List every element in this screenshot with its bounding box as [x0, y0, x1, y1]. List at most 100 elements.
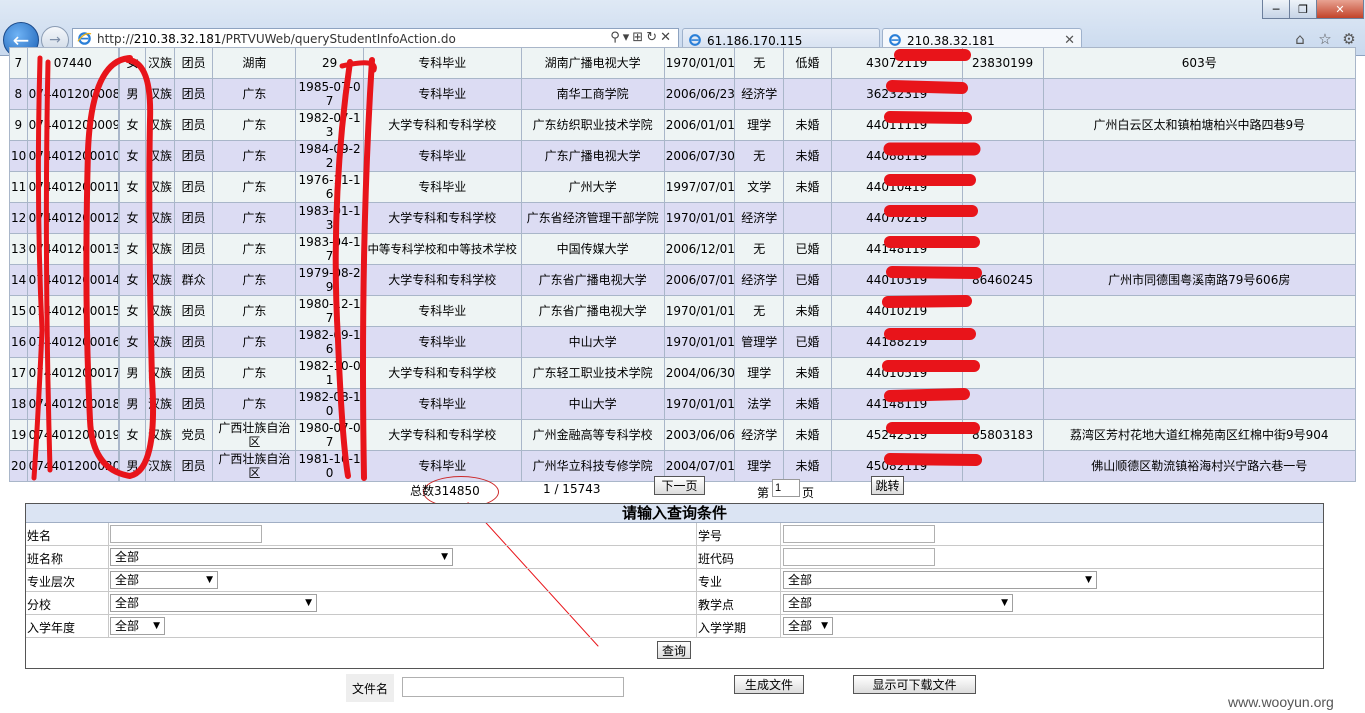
show-download-files-button[interactable]: 显示可下载文件: [853, 675, 976, 694]
minimize-button[interactable]: ─: [1262, 0, 1290, 19]
close-tab-icon[interactable]: ✕: [1064, 33, 1075, 48]
class-code-input[interactable]: [783, 548, 935, 566]
table-cell: 074401200014: [26, 264, 119, 296]
table-cell: 经济学: [734, 419, 785, 451]
table-cell: 经济学: [734, 264, 785, 296]
chevron-down-icon: ▼: [206, 575, 213, 585]
table-cell: 44010419: [830, 171, 963, 203]
term-select[interactable]: 全部 ▼: [783, 617, 833, 635]
table-cell: 11: [9, 171, 28, 203]
table-cell: 南华工商学院: [520, 78, 665, 110]
table-cell: 女: [118, 419, 146, 451]
table-row: 11 074401200011 女汉族 团员 广东 1976-11-16 专科毕业 广州大学 1…: [9, 171, 1357, 203]
chevron-down-icon: ▼: [441, 552, 448, 562]
table-cell: 团员: [173, 47, 214, 79]
site-select[interactable]: 全部 ▼: [783, 594, 1013, 612]
table-cell: 汉族: [144, 450, 175, 482]
table-cell: 074401200009: [26, 109, 119, 141]
table-cell: 44148119: [830, 233, 963, 265]
table-cell: 未婚: [783, 388, 832, 420]
table-cell: 广州市同德围粤溪南路79号606房: [1042, 264, 1357, 296]
dropdown-icon[interactable]: ▾: [623, 30, 633, 45]
maximize-button[interactable]: ❐: [1289, 0, 1317, 19]
table-row: 7 07440 女汉族 团员 湖南 29 专科毕业 湖南广播电视大学 1970/01/01 无低婚…: [9, 47, 1357, 79]
table-cell: 603号: [1042, 47, 1357, 79]
branch-select[interactable]: 全部 ▼: [110, 594, 317, 612]
table-cell: 2006/12/01: [663, 233, 736, 265]
name-input[interactable]: [110, 525, 262, 543]
class-name-select[interactable]: 全部 ▼: [110, 548, 453, 566]
table-row: 14 074401200014 女汉族 群众 广东 1979-08-29 大学专科和专科学校…: [9, 264, 1357, 296]
table-cell: 未婚: [783, 357, 832, 389]
table-cell: 074401200013: [26, 233, 119, 265]
table-cell: [961, 78, 1044, 110]
table-cell: 大学专科和专科学校: [362, 109, 522, 141]
table-cell: 党员: [173, 419, 214, 451]
table-cell: 44088119: [830, 140, 963, 172]
file-name-input[interactable]: [402, 677, 624, 697]
page-prefix: 第: [757, 486, 770, 500]
table-cell: 16: [9, 326, 28, 358]
table-cell: 法学: [734, 388, 785, 420]
site-label: 教学点: [698, 598, 735, 612]
table-row: 9 074401200009 女汉族 团员 广东 1982-07-13 大学专科和专科学校广…: [9, 109, 1357, 141]
jump-button[interactable]: 跳转: [871, 476, 904, 495]
table-cell: 广州白云区太和镇柏塘柏兴中路四巷9号: [1042, 109, 1357, 141]
table-cell: 团员: [173, 295, 214, 327]
page-number-input[interactable]: [772, 479, 800, 497]
table-cell: 女: [118, 264, 146, 296]
table-cell: 2003/06/06: [663, 419, 736, 451]
generate-file-button[interactable]: 生成文件: [734, 675, 804, 694]
next-page-button[interactable]: 下一页: [654, 476, 705, 495]
address-tools[interactable]: ⚲▾⊞↻✕: [610, 30, 674, 45]
table-cell: 团员: [173, 109, 214, 141]
tab-label: 61.186.170.115: [707, 34, 803, 48]
term-label: 入学学期: [698, 621, 747, 635]
table-cell: 汉族: [144, 357, 175, 389]
table-cell: 男: [118, 357, 146, 389]
year-select[interactable]: 全部 ▼: [110, 617, 165, 635]
table-cell: 女: [118, 109, 146, 141]
table-cell: 大学专科和专科学校: [362, 419, 522, 451]
table-cell: 汉族: [144, 419, 175, 451]
home-icon[interactable]: ⌂: [1291, 30, 1309, 48]
table-cell: 文学: [734, 171, 785, 203]
table-cell: 43072119: [830, 47, 963, 79]
file-name-label: 文件名: [346, 674, 394, 702]
compat-icon[interactable]: ⊞: [632, 30, 646, 45]
page-suffix: 页: [802, 486, 815, 500]
table-cell: 7: [9, 47, 28, 79]
table-cell: 44148119: [830, 388, 963, 420]
level-select[interactable]: 全部 ▼: [110, 571, 218, 589]
table-cell: 36232319: [830, 78, 963, 110]
star-icon[interactable]: ☆: [1316, 30, 1334, 48]
table-cell: 1970/01/01: [663, 326, 736, 358]
name-label: 姓名: [27, 529, 52, 543]
gear-icon[interactable]: ⚙: [1340, 30, 1358, 48]
table-cell: [961, 109, 1044, 141]
table-cell: 汉族: [144, 388, 175, 420]
search-icon[interactable]: ⚲: [610, 30, 623, 45]
table-cell: 汉族: [144, 47, 175, 79]
table-cell: 团员: [173, 326, 214, 358]
table-cell: 广东: [212, 202, 297, 234]
major-select[interactable]: 全部 ▼: [783, 571, 1097, 589]
table-cell: 广州华立科技专修学院: [520, 450, 665, 482]
form-row-year: 入学年度 全部 ▼ 入学学期 全部 ▼: [26, 615, 1323, 638]
table-cell: 汉族: [144, 171, 175, 203]
address-url: http://210.38.32.181/PRTVUWeb/queryStude…: [97, 32, 456, 46]
table-cell: 无: [734, 233, 785, 265]
table-cell: 23830199: [961, 47, 1044, 79]
major-label: 专业: [698, 575, 723, 589]
student-no-input[interactable]: [783, 525, 935, 543]
refresh-icon[interactable]: ↻: [646, 30, 660, 45]
table-cell: [1042, 140, 1357, 172]
close-window-button[interactable]: ✕: [1316, 0, 1364, 19]
table-cell: 1970/01/01: [663, 388, 736, 420]
stop-icon[interactable]: ✕: [660, 30, 674, 45]
table-cell: 专科毕业: [362, 295, 522, 327]
table-cell: 2006/01/01: [663, 109, 736, 141]
table-cell: [1042, 233, 1357, 265]
table-cell: [961, 450, 1044, 482]
query-button[interactable]: 查询: [657, 641, 691, 659]
